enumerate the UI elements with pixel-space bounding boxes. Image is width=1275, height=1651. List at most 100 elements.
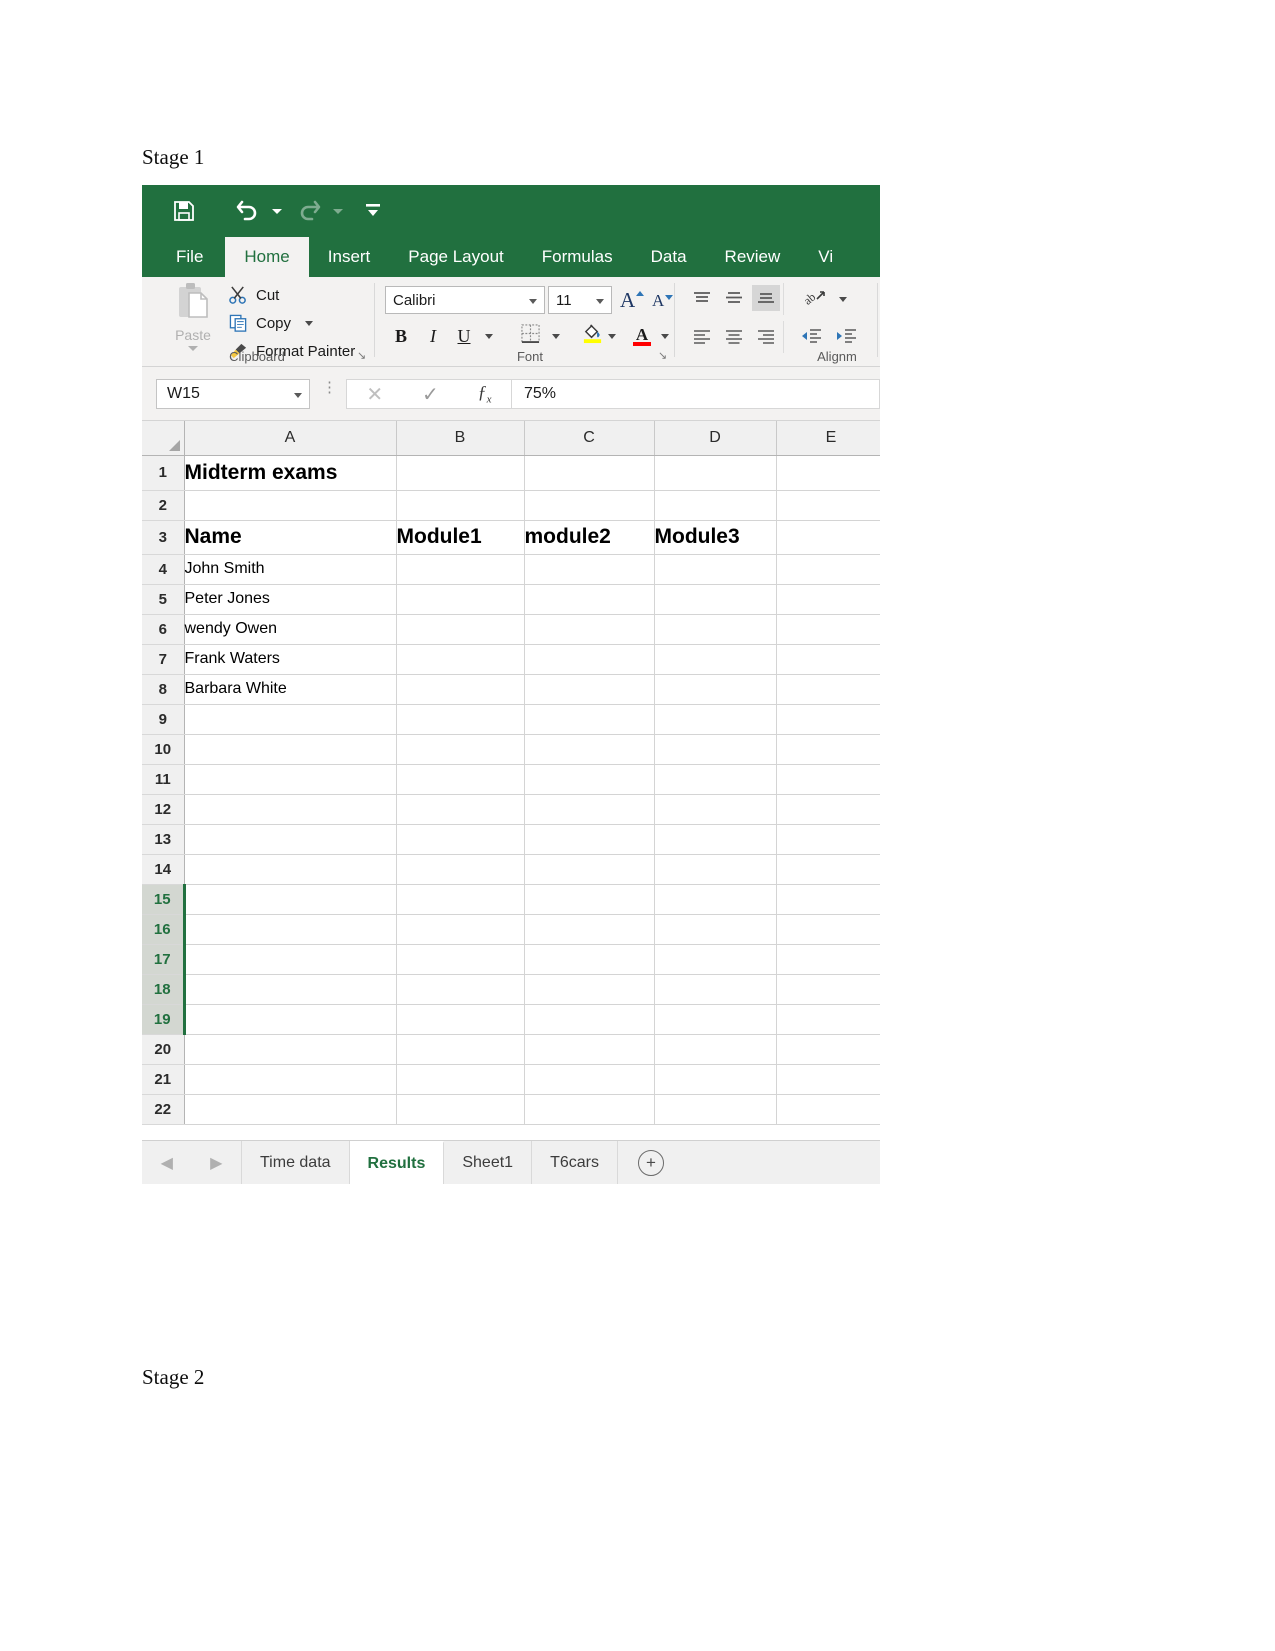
cell-A7[interactable]: Frank Waters: [184, 644, 397, 675]
name-box-resize-handle[interactable]: ⋮: [322, 381, 337, 396]
cell-B3[interactable]: Module1: [396, 520, 525, 555]
cut-button[interactable]: Cut: [226, 283, 279, 307]
cell-E6[interactable]: [776, 614, 880, 645]
cell-B4[interactable]: [396, 554, 525, 585]
row-header-11[interactable]: 11: [142, 764, 185, 795]
cell-E22[interactable]: [776, 1094, 880, 1125]
clipboard-dialog-launcher-icon[interactable]: ↘: [357, 349, 366, 362]
font-color-button[interactable]: A: [629, 323, 655, 349]
italic-button[interactable]: I: [420, 323, 446, 349]
cell-C20[interactable]: [524, 1034, 655, 1065]
cell-C5[interactable]: [524, 584, 655, 615]
font-name-select[interactable]: Calibri: [385, 286, 545, 314]
cell-D17[interactable]: [654, 944, 777, 975]
cell-C4[interactable]: [524, 554, 655, 585]
cell-A13[interactable]: [184, 824, 397, 855]
cell-B1[interactable]: [396, 455, 525, 491]
row-header-22[interactable]: 22: [142, 1094, 185, 1125]
copy-dropdown-icon[interactable]: [305, 320, 314, 326]
column-header-d[interactable]: D: [654, 421, 777, 456]
cell-D18[interactable]: [654, 974, 777, 1005]
column-header-e[interactable]: E: [776, 421, 880, 456]
save-icon[interactable]: [169, 196, 199, 226]
tab-insert[interactable]: Insert: [309, 237, 390, 277]
cell-D14[interactable]: [654, 854, 777, 885]
cell-C10[interactable]: [524, 734, 655, 765]
cell-B9[interactable]: [396, 704, 525, 735]
cell-E11[interactable]: [776, 764, 880, 795]
undo-dropdown-icon[interactable]: [272, 209, 282, 214]
cell-C9[interactable]: [524, 704, 655, 735]
sheet-tab-time-data[interactable]: Time data: [242, 1141, 350, 1184]
cell-E4[interactable]: [776, 554, 880, 585]
tab-file[interactable]: File: [154, 237, 225, 277]
cell-A17[interactable]: [184, 944, 397, 975]
cell-D19[interactable]: [654, 1004, 777, 1035]
cell-A21[interactable]: [184, 1064, 397, 1095]
align-right-button[interactable]: [752, 323, 780, 349]
row-header-2[interactable]: 2: [142, 490, 185, 521]
orientation-dropdown-icon[interactable]: [839, 297, 847, 302]
cell-B10[interactable]: [396, 734, 525, 765]
borders-button[interactable]: [517, 323, 543, 349]
font-size-select[interactable]: 11: [548, 286, 612, 314]
cell-A8[interactable]: Barbara White: [184, 674, 397, 705]
cell-B6[interactable]: [396, 614, 525, 645]
row-header-9[interactable]: 9: [142, 704, 185, 735]
tab-review[interactable]: Review: [706, 237, 800, 277]
cell-E1[interactable]: [776, 455, 880, 491]
cell-D4[interactable]: [654, 554, 777, 585]
column-header-b[interactable]: B: [396, 421, 525, 456]
chevron-down-icon[interactable]: [294, 393, 302, 398]
font-color-dropdown-icon[interactable]: [661, 334, 669, 339]
next-sheet-icon[interactable]: ▶: [210, 1153, 222, 1173]
cell-D16[interactable]: [654, 914, 777, 945]
row-header-6[interactable]: 6: [142, 614, 185, 645]
cell-E21[interactable]: [776, 1064, 880, 1095]
cell-B14[interactable]: [396, 854, 525, 885]
cell-B13[interactable]: [396, 824, 525, 855]
paste-button[interactable]: Paste: [162, 281, 224, 357]
cell-B8[interactable]: [396, 674, 525, 705]
row-header-8[interactable]: 8: [142, 674, 185, 705]
cell-B7[interactable]: [396, 644, 525, 675]
sheet-tab-sheet1[interactable]: Sheet1: [444, 1141, 533, 1184]
cell-D15[interactable]: [654, 884, 777, 915]
cell-C22[interactable]: [524, 1094, 655, 1125]
row-header-12[interactable]: 12: [142, 794, 185, 825]
cell-C11[interactable]: [524, 764, 655, 795]
cell-D2[interactable]: [654, 490, 777, 521]
cell-C16[interactable]: [524, 914, 655, 945]
cell-C19[interactable]: [524, 1004, 655, 1035]
cell-D11[interactable]: [654, 764, 777, 795]
cell-B21[interactable]: [396, 1064, 525, 1095]
cell-C15[interactable]: [524, 884, 655, 915]
row-header-4[interactable]: 4: [142, 554, 185, 585]
customize-toolbar-icon[interactable]: [358, 196, 388, 226]
cell-D5[interactable]: [654, 584, 777, 615]
cell-E3[interactable]: [776, 520, 880, 555]
cell-A12[interactable]: [184, 794, 397, 825]
sheet-tab-t6cars[interactable]: T6cars: [532, 1141, 618, 1184]
cell-B17[interactable]: [396, 944, 525, 975]
decrease-indent-button[interactable]: [797, 323, 825, 349]
cell-B11[interactable]: [396, 764, 525, 795]
cell-D13[interactable]: [654, 824, 777, 855]
increase-indent-button[interactable]: [832, 323, 860, 349]
cell-C3[interactable]: module2: [524, 520, 655, 555]
fill-color-dropdown-icon[interactable]: [608, 334, 616, 339]
cell-E14[interactable]: [776, 854, 880, 885]
row-header-17[interactable]: 17: [142, 944, 186, 975]
align-top-button[interactable]: [688, 285, 716, 311]
cell-D20[interactable]: [654, 1034, 777, 1065]
row-header-7[interactable]: 7: [142, 644, 185, 675]
cell-C14[interactable]: [524, 854, 655, 885]
borders-dropdown-icon[interactable]: [552, 334, 560, 339]
cell-B12[interactable]: [396, 794, 525, 825]
cell-E18[interactable]: [776, 974, 880, 1005]
cancel-formula-button[interactable]: ✕: [366, 382, 383, 407]
cell-C1[interactable]: [524, 455, 655, 491]
insert-function-button[interactable]: ƒx: [478, 382, 492, 406]
row-header-21[interactable]: 21: [142, 1064, 185, 1095]
cell-D1[interactable]: [654, 455, 777, 491]
